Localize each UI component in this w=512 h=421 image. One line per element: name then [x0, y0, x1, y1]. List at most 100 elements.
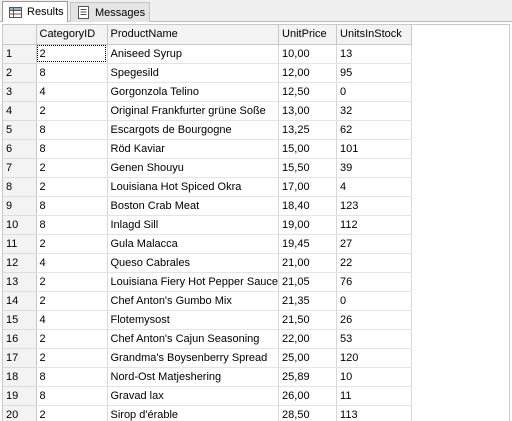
unitsinstock-cell[interactable]: 27 — [336, 234, 413, 254]
productname-cell[interactable]: Gula Malacca — [107, 234, 280, 254]
unitprice-cell[interactable]: 12,50 — [278, 82, 338, 102]
unitprice-cell[interactable]: 15,50 — [278, 158, 338, 178]
row-number-cell[interactable]: 20 — [3, 405, 37, 421]
table-row[interactable]: 13 2 Louisiana Fiery Hot Pepper Sauce 21,05… — [3, 272, 413, 292]
table-row[interactable]: 15 4 Flotemysost 21,50 26 — [3, 310, 413, 330]
table-row[interactable]: 2 8 Spegesild 12,00 95 — [3, 63, 413, 83]
tab-messages[interactable]: Messages — [70, 2, 150, 22]
table-row[interactable]: 20 2 Sirop d'érable 28,50 113 — [3, 405, 413, 421]
row-number-cell[interactable]: 5 — [3, 120, 37, 140]
column-header-categoryid[interactable]: CategoryID — [36, 25, 108, 45]
categoryid-cell[interactable]: 2 — [36, 101, 108, 121]
productname-cell[interactable]: Grandma's Boysenberry Spread — [107, 348, 280, 368]
column-header-unitprice[interactable]: UnitPrice — [278, 25, 338, 45]
column-header-unitsinstock[interactable]: UnitsInStock — [336, 25, 413, 45]
results-grid[interactable]: CategoryID ProductName UnitPrice UnitsIn… — [2, 24, 510, 421]
unitprice-cell[interactable]: 21,35 — [278, 291, 338, 311]
categoryid-cell[interactable]: 2 — [36, 348, 108, 368]
table-row[interactable]: 7 2 Genen Shouyu 15,50 39 — [3, 158, 413, 178]
unitsinstock-cell[interactable]: 53 — [336, 329, 413, 349]
productname-cell[interactable]: Escargots de Bourgogne — [107, 120, 280, 140]
unitsinstock-cell[interactable]: 0 — [336, 291, 413, 311]
categoryid-cell[interactable]: 8 — [36, 196, 108, 216]
row-number-cell[interactable]: 13 — [3, 272, 37, 292]
table-row[interactable]: 18 8 Nord-Ost Matjeshering 25,89 10 — [3, 367, 413, 387]
categoryid-cell[interactable]: 2 — [36, 44, 108, 64]
categoryid-cell[interactable]: 4 — [36, 253, 108, 273]
row-number-cell[interactable]: 8 — [3, 177, 37, 197]
column-header-productname[interactable]: ProductName — [107, 25, 280, 45]
productname-cell[interactable]: Boston Crab Meat — [107, 196, 280, 216]
table-row[interactable]: 5 8 Escargots de Bourgogne 13,25 62 — [3, 120, 413, 140]
unitprice-cell[interactable]: 28,50 — [278, 405, 338, 421]
categoryid-cell[interactable]: 2 — [36, 177, 108, 197]
unitprice-cell[interactable]: 13,25 — [278, 120, 338, 140]
categoryid-cell[interactable]: 2 — [36, 329, 108, 349]
categoryid-cell[interactable]: 2 — [36, 234, 108, 254]
unitsinstock-cell[interactable]: 10 — [336, 367, 413, 387]
row-number-cell[interactable]: 9 — [3, 196, 37, 216]
categoryid-cell[interactable]: 2 — [36, 405, 108, 421]
table-row[interactable]: 1 2 Aniseed Syrup 10,00 13 — [3, 44, 413, 64]
table-row[interactable]: 8 2 Louisiana Hot Spiced Okra 17,00 4 — [3, 177, 413, 197]
table-row[interactable]: 14 2 Chef Anton's Gumbo Mix 21,35 0 — [3, 291, 413, 311]
table-row[interactable]: 11 2 Gula Malacca 19,45 27 — [3, 234, 413, 254]
unitsinstock-cell[interactable]: 11 — [336, 386, 413, 406]
table-row[interactable]: 12 4 Queso Cabrales 21,00 22 — [3, 253, 413, 273]
table-row[interactable]: 19 8 Gravad lax 26,00 11 — [3, 386, 413, 406]
productname-cell[interactable]: Inlagd Sill — [107, 215, 280, 235]
unitprice-cell[interactable]: 21,00 — [278, 253, 338, 273]
productname-cell[interactable]: Nord-Ost Matjeshering — [107, 367, 280, 387]
row-number-cell[interactable]: 18 — [3, 367, 37, 387]
unitprice-cell[interactable]: 21,50 — [278, 310, 338, 330]
unitsinstock-cell[interactable]: 22 — [336, 253, 413, 273]
unitprice-cell[interactable]: 19,00 — [278, 215, 338, 235]
categoryid-cell[interactable]: 8 — [36, 139, 108, 159]
table-row[interactable]: 16 2 Chef Anton's Cajun Seasoning 22,00 53 — [3, 329, 413, 349]
unitprice-cell[interactable]: 25,00 — [278, 348, 338, 368]
productname-cell[interactable]: Gorgonzola Telino — [107, 82, 280, 102]
productname-cell[interactable]: Original Frankfurter grüne Soße — [107, 101, 280, 121]
categoryid-cell[interactable]: 2 — [36, 272, 108, 292]
row-number-cell[interactable]: 3 — [3, 82, 37, 102]
productname-cell[interactable]: Chef Anton's Cajun Seasoning — [107, 329, 280, 349]
categoryid-cell[interactable]: 8 — [36, 63, 108, 83]
unitprice-cell[interactable]: 12,00 — [278, 63, 338, 83]
productname-cell[interactable]: Genen Shouyu — [107, 158, 280, 178]
unitsinstock-cell[interactable]: 0 — [336, 82, 413, 102]
unitprice-cell[interactable]: 25,89 — [278, 367, 338, 387]
categoryid-cell[interactable]: 8 — [36, 215, 108, 235]
table-row[interactable]: 3 4 Gorgonzola Telino 12,50 0 — [3, 82, 413, 102]
categoryid-cell[interactable]: 8 — [36, 120, 108, 140]
unitsinstock-cell[interactable]: 26 — [336, 310, 413, 330]
row-number-cell[interactable]: 2 — [3, 63, 37, 83]
productname-cell[interactable]: Chef Anton's Gumbo Mix — [107, 291, 280, 311]
row-number-cell[interactable]: 11 — [3, 234, 37, 254]
productname-cell[interactable]: Louisiana Hot Spiced Okra — [107, 177, 280, 197]
table-row[interactable]: 17 2 Grandma's Boysenberry Spread 25,00 120 — [3, 348, 413, 368]
unitsinstock-cell[interactable]: 101 — [336, 139, 413, 159]
categoryid-cell[interactable]: 8 — [36, 386, 108, 406]
table-row[interactable]: 9 8 Boston Crab Meat 18,40 123 — [3, 196, 413, 216]
row-number-cell[interactable]: 4 — [3, 101, 37, 121]
table-row[interactable]: 10 8 Inlagd Sill 19,00 112 — [3, 215, 413, 235]
unitprice-cell[interactable]: 21,05 — [278, 272, 338, 292]
unitsinstock-cell[interactable]: 113 — [336, 405, 413, 421]
unitprice-cell[interactable]: 18,40 — [278, 196, 338, 216]
categoryid-cell[interactable]: 2 — [36, 291, 108, 311]
categoryid-cell[interactable]: 8 — [36, 367, 108, 387]
productname-cell[interactable]: Sirop d'érable — [107, 405, 280, 421]
unitsinstock-cell[interactable]: 4 — [336, 177, 413, 197]
row-number-cell[interactable]: 1 — [3, 44, 37, 64]
row-header-corner[interactable] — [3, 25, 37, 45]
unitsinstock-cell[interactable]: 76 — [336, 272, 413, 292]
unitsinstock-cell[interactable]: 123 — [336, 196, 413, 216]
unitprice-cell[interactable]: 26,00 — [278, 386, 338, 406]
categoryid-cell[interactable]: 4 — [36, 82, 108, 102]
row-number-cell[interactable]: 15 — [3, 310, 37, 330]
row-number-cell[interactable]: 14 — [3, 291, 37, 311]
productname-cell[interactable]: Gravad lax — [107, 386, 280, 406]
row-number-cell[interactable]: 7 — [3, 158, 37, 178]
productname-cell[interactable]: Spegesild — [107, 63, 280, 83]
unitprice-cell[interactable]: 15,00 — [278, 139, 338, 159]
